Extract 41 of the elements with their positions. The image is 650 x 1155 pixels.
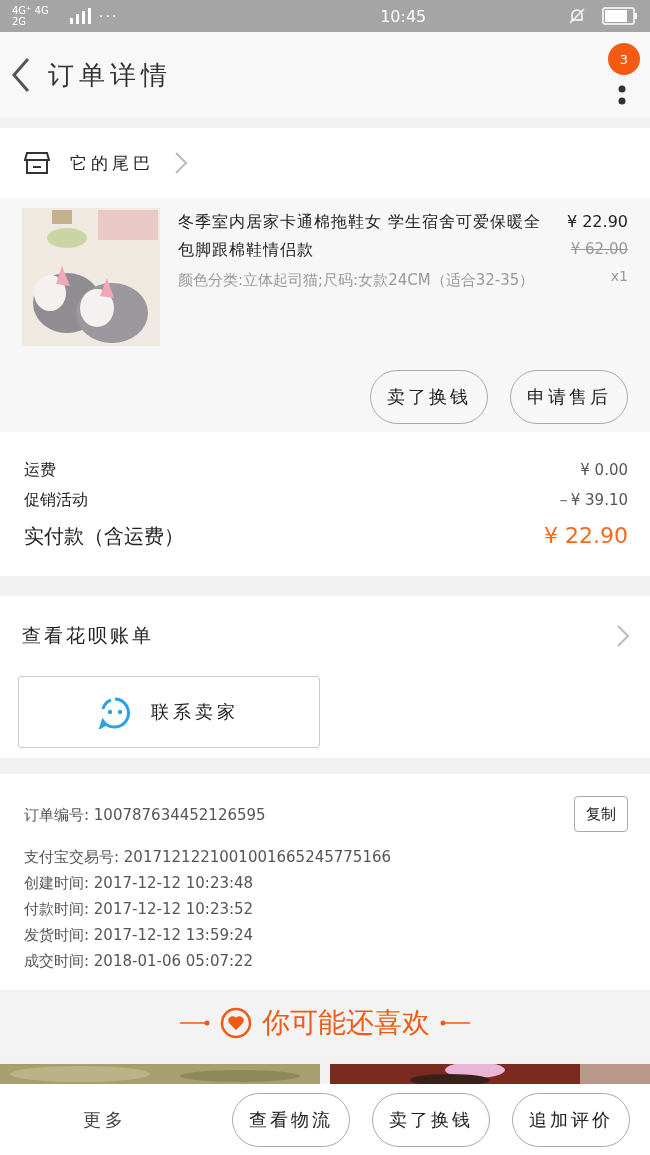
back-icon[interactable] [10, 57, 32, 93]
product-price: ¥ 22.90 [566, 211, 628, 233]
notification-badge: 3 [608, 43, 640, 75]
mute-bell-icon [568, 7, 586, 25]
left-ornament-icon [180, 1020, 210, 1026]
more-link[interactable]: 更多 [0, 1107, 210, 1132]
chat-face-icon [97, 695, 133, 729]
page-title: 订单详情 [48, 58, 172, 92]
signal-icon [70, 8, 91, 24]
battery-icon [602, 7, 638, 25]
huabei-bill-link[interactable]: 查看花呗账单 [22, 623, 154, 649]
summary-value: －¥ 39.10 [555, 490, 628, 511]
action-button[interactable]: 申请售后 [510, 370, 628, 424]
order-info-line: 付款时间: 2017-12-12 10:23:52 [24, 899, 254, 920]
action-button[interactable]: 查看物流 [232, 1092, 350, 1147]
summary-label: 促销活动 [24, 489, 88, 511]
more-indicator: ··· [99, 8, 119, 24]
summary-value: ¥ 22.90 [544, 522, 628, 550]
original-price: ¥ 62.00 [570, 239, 628, 260]
clock: 10:45 [379, 6, 427, 26]
summary-label: 运费 [24, 459, 56, 481]
product-title[interactable]: 冬季室内居家卡通棉拖鞋女 学生宿舍可爱保暖全包脚跟棉鞋情侣款 [178, 208, 548, 264]
product-spec: 颜色分类:立体起司猫;尺码:女款24CM（适合32-35） [178, 270, 536, 291]
quantity: x1 [610, 267, 628, 286]
order-info-line: 成交时间: 2018-01-06 05:07:22 [24, 951, 254, 972]
summary-value: ¥ 0.00 [580, 460, 628, 481]
action-button[interactable]: 卖了换钱 [372, 1092, 490, 1147]
store-name[interactable]: 它的尾巴 [70, 151, 154, 175]
order-info-line: 发货时间: 2017-12-12 13:59:24 [24, 925, 254, 946]
network-indicator: 4G⁺ 4G 2G [12, 5, 50, 27]
order-info-line: 创建时间: 2017-12-12 10:23:48 [24, 873, 254, 894]
copy-button[interactable]: 复制 [574, 796, 628, 832]
action-button[interactable]: 追加评价 [512, 1092, 630, 1147]
action-button[interactable]: 卖了换钱 [370, 370, 488, 424]
right-ornament-icon [440, 1020, 470, 1026]
shop-icon [24, 151, 50, 175]
order-info-line: 支付宝交易号: 2017121221001001665245775166 [24, 847, 392, 868]
summary-label: 实付款（含运费） [24, 523, 184, 550]
contact-seller-button[interactable]: 联系卖家 [18, 676, 320, 748]
order-info-line: 订单编号: 100787634452126595 [24, 805, 266, 826]
recommend-title: 你可能还喜欢 [262, 1005, 430, 1041]
